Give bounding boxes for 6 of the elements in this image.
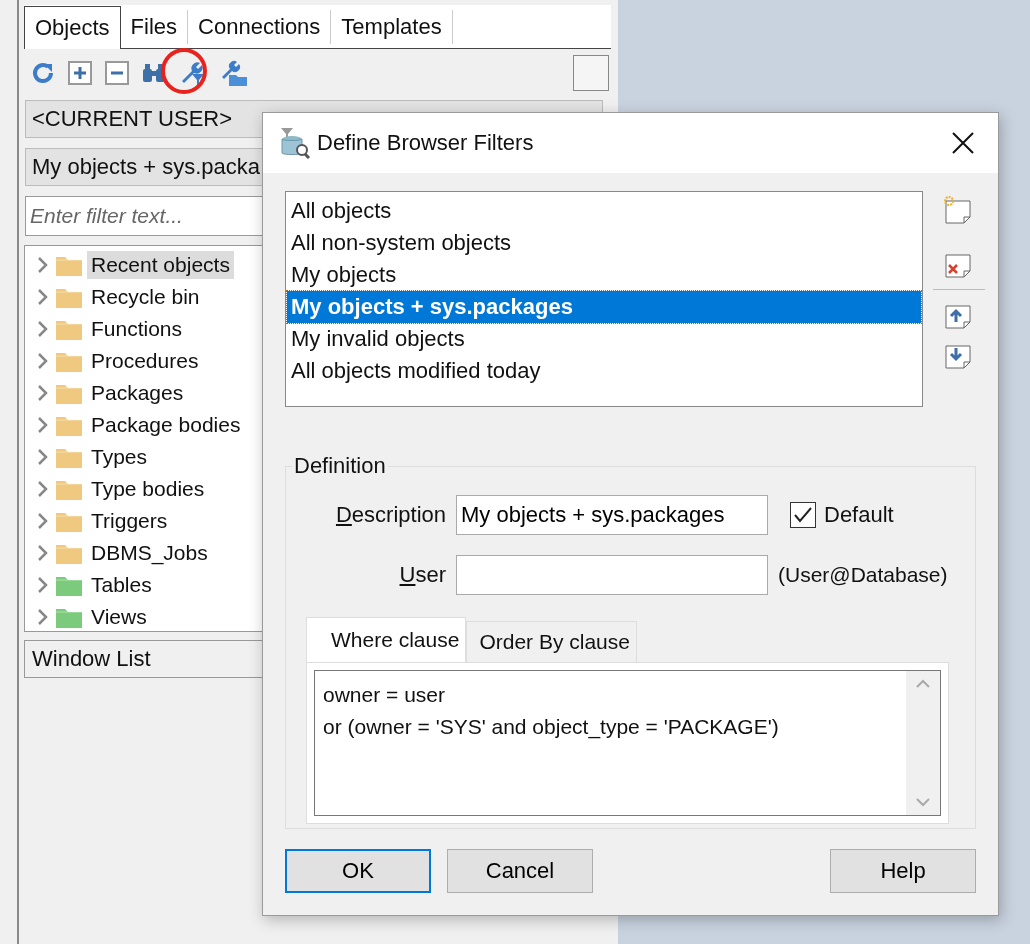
field-label: User [398,562,446,588]
dialog-title: Define Browser Filters [317,130,534,156]
field-label: Description [334,502,446,528]
group-title: Definition [293,453,387,479]
checkbox-label: Default [824,502,894,528]
field-hint: (User@Database) [778,563,949,587]
